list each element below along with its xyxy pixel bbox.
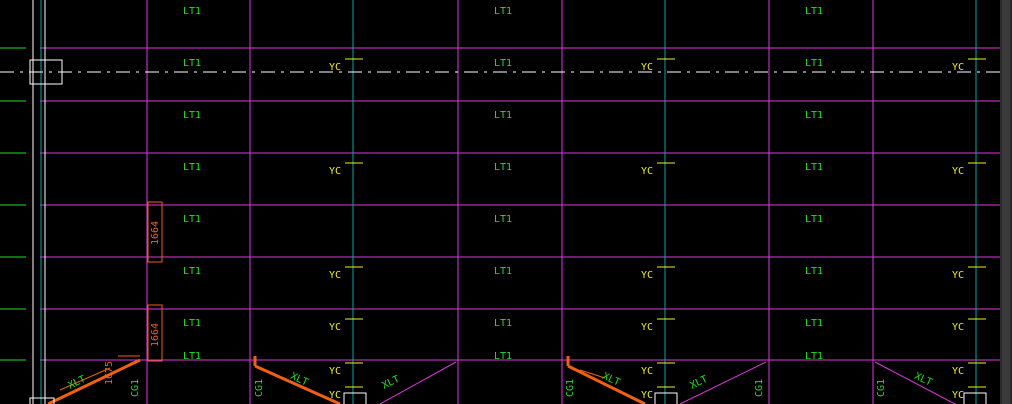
lt1-label: LT1 [805,162,823,173]
yc-label: YC [952,270,964,281]
lt1-label: LT1 [494,58,512,69]
lt1-label: LT1 [183,318,201,329]
lt1-label: LT1 [805,351,823,362]
cg1-label: CG1 [254,379,265,397]
lt1-label: LT1 [494,318,512,329]
yc-label: YC [329,62,341,73]
lt1-label: LT1 [494,6,512,17]
cg1-label: CG1 [876,379,887,397]
lt1-label: LT1 [494,214,512,225]
lt1-label: LT1 [183,266,201,277]
yc-label: YC [952,366,964,377]
yc-label: YC [329,322,341,333]
scrollbar-thumb[interactable] [1002,0,1010,404]
lt1-label: LT1 [805,58,823,69]
cg1-label: CG1 [130,379,141,397]
lt1-label: LT1 [183,6,201,17]
column-marker-box [343,392,367,404]
dimension-text: 1675 [104,361,115,385]
lt1-label: LT1 [183,110,201,121]
xlt-label: XLT [688,374,709,392]
yc-label: YC [641,322,653,333]
lt1-label: LT1 [805,318,823,329]
vertical-scrollbar[interactable] [1000,0,1012,404]
lt1-label: LT1 [805,110,823,121]
yc-label: YC [329,390,341,401]
lt1-label: LT1 [183,162,201,173]
stair-flight-line [47,358,141,404]
lt1-label: LT1 [805,266,823,277]
yc-label: YC [641,390,653,401]
lt1-label: LT1 [183,351,201,362]
yc-label: YC [329,270,341,281]
lt1-label: LT1 [494,266,512,277]
lt1-label: LT1 [805,6,823,17]
yc-label: YC [641,366,653,377]
column-marker-box [963,392,987,404]
xlt-label: XLT [380,374,401,392]
yc-label: YC [329,166,341,177]
yc-label: YC [952,322,964,333]
lt1-label: LT1 [183,58,201,69]
lt1-label: LT1 [183,214,201,225]
stair-diagonal [874,361,956,404]
yc-label: YC [952,62,964,73]
text-layer: LT1 LT1 LT1 LT1 LT1 LT1 LT1 LT1 LT1 LT1 LT1 LT1 LT1 L… [66,6,964,401]
yc-label: YC [952,390,964,401]
cg1-label: CG1 [565,379,576,397]
dimension-text: 1664 [150,323,161,347]
yc-label: YC [641,270,653,281]
dimension-text: 1664 [150,221,161,245]
yc-label: YC [952,166,964,177]
column-marker-box [654,392,678,404]
yc-label: YC [641,166,653,177]
lt1-label: LT1 [805,214,823,225]
lt1-label: LT1 [494,351,512,362]
lt1-label: LT1 [494,110,512,121]
yc-label: YC [329,366,341,377]
cg1-label: CG1 [754,379,765,397]
cad-drawing-canvas[interactable]: LT1 LT1 LT1 LT1 LT1 LT1 LT1 LT1 LT1 LT1 LT1 LT1 LT1 L… [0,0,1012,404]
lt1-label: LT1 [494,162,512,173]
xlt-label: XLT [913,371,934,389]
yc-label: YC [641,62,653,73]
